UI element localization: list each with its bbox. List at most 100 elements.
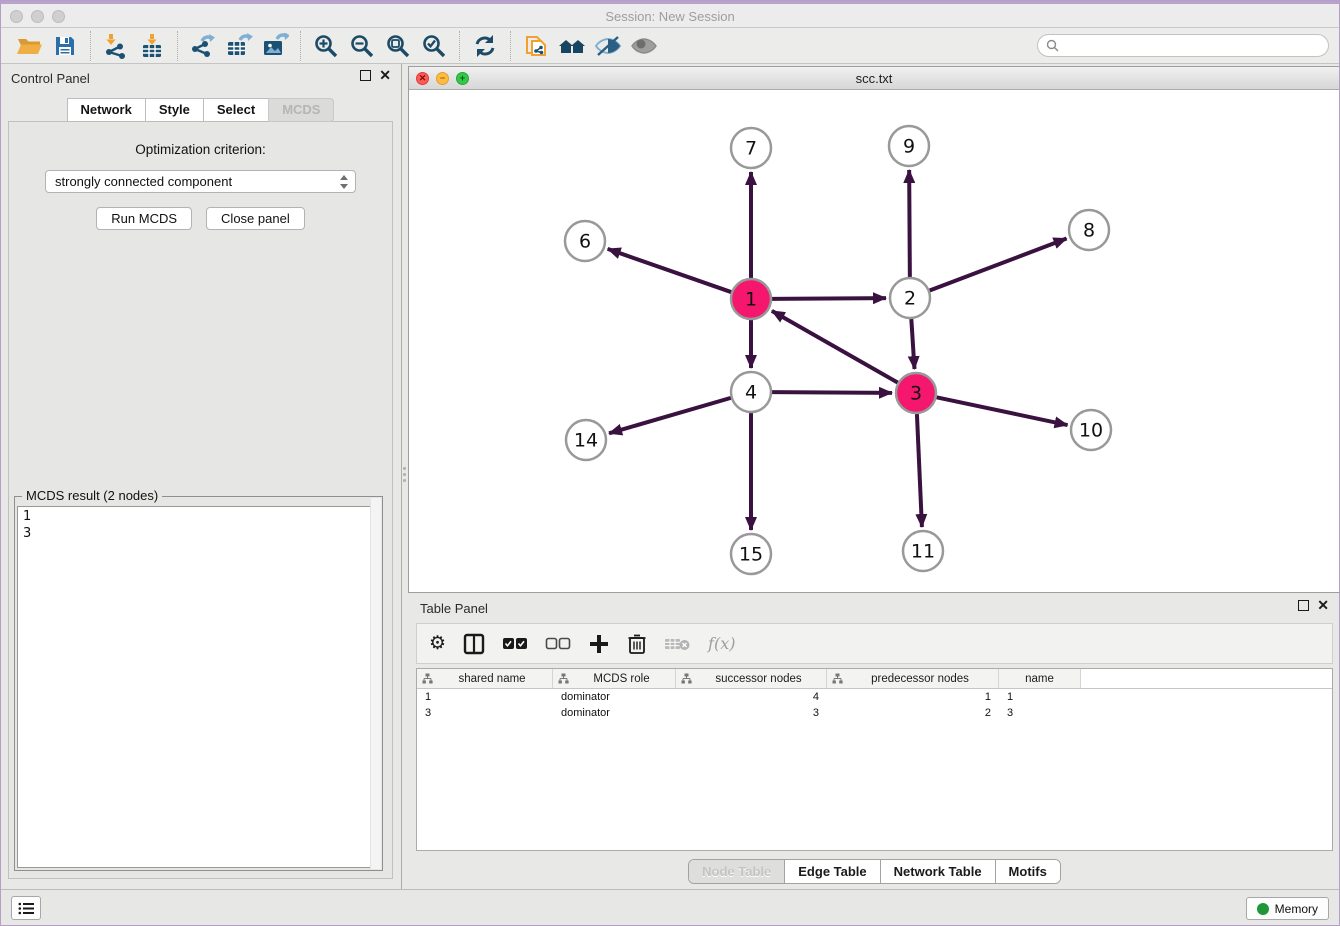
node-9[interactable]: 9 (889, 126, 929, 166)
cell-name[interactable]: 1 (999, 691, 1081, 703)
edge-2-9[interactable] (909, 170, 910, 277)
cell-name[interactable]: 3 (999, 707, 1081, 719)
tab-network-table[interactable]: Network Table (880, 860, 995, 883)
table-settings-icon[interactable]: ⚙ (429, 634, 446, 653)
edge-3-10[interactable] (937, 397, 1068, 425)
table-panel: Table Panel ✕ ⚙ f(x) shared nameMCDS rol… (408, 596, 1340, 891)
splitter-grip[interactable] (402, 463, 407, 485)
node-table-body: 1dominator4113dominator323 (417, 689, 1332, 721)
edge-2-3[interactable] (911, 319, 914, 369)
column-header-shared-name[interactable]: shared name (417, 669, 553, 688)
zoom-in-icon[interactable] (308, 30, 344, 62)
control-panel-title: Control Panel (11, 71, 90, 86)
import-table-icon[interactable] (134, 30, 170, 62)
search-input[interactable] (1064, 39, 1320, 53)
node-6[interactable]: 6 (565, 221, 605, 261)
column-header-successor-nodes[interactable]: successor nodes (676, 669, 827, 688)
add-column-icon[interactable] (588, 633, 610, 655)
export-network-icon[interactable] (185, 30, 221, 62)
close-table-panel-icon[interactable]: ✕ (1317, 600, 1329, 611)
node-1[interactable]: 1 (731, 279, 771, 319)
show-graphics-details-icon[interactable] (626, 30, 662, 62)
cell-mcds-role[interactable]: dominator (553, 691, 676, 703)
task-history-button[interactable] (11, 896, 41, 920)
edge-1-2[interactable] (772, 298, 886, 299)
float-panel-icon[interactable] (360, 70, 371, 81)
zoom-out-icon[interactable] (344, 30, 380, 62)
mcds-result-group: MCDS result (2 nodes) 1 3 (14, 496, 383, 871)
tab-style[interactable]: Style (145, 98, 204, 122)
node-table-header[interactable]: shared nameMCDS rolesuccessor nodesprede… (417, 669, 1332, 689)
cell-shared-name[interactable]: 3 (417, 707, 553, 719)
save-session-icon[interactable] (47, 30, 83, 62)
node-3[interactable]: 3 (896, 373, 936, 413)
cell-predecessor-nodes[interactable]: 2 (827, 707, 999, 719)
column-header-mcds-role[interactable]: MCDS role (553, 669, 676, 688)
refresh-view-icon[interactable] (467, 30, 503, 62)
edge-2-8[interactable] (930, 239, 1067, 291)
clone-network-icon[interactable] (518, 30, 554, 62)
node-10[interactable]: 10 (1071, 410, 1111, 450)
mcds-panel: Optimization criterion: strongly connect… (8, 121, 393, 879)
column-layout-icon[interactable] (463, 633, 485, 655)
run-mcds-button[interactable]: Run MCDS (96, 207, 192, 230)
cell-shared-name[interactable]: 1 (417, 691, 553, 703)
select-all-columns-icon[interactable] (502, 637, 528, 650)
edge-4-3[interactable] (772, 392, 892, 393)
delete-table-icon[interactable] (664, 636, 691, 652)
function-builder-icon[interactable]: f(x) (708, 634, 735, 653)
node-7[interactable]: 7 (731, 128, 771, 168)
svg-text:9: 9 (903, 136, 915, 158)
float-table-panel-icon[interactable] (1298, 600, 1309, 611)
memory-status-icon (1257, 903, 1269, 915)
edge-4-14[interactable] (609, 398, 731, 433)
mcds-result-title: MCDS result (2 nodes) (22, 488, 162, 503)
close-panel-button[interactable]: Close panel (206, 207, 305, 230)
memory-button[interactable]: Memory (1246, 897, 1329, 920)
cell-predecessor-nodes[interactable]: 1 (827, 691, 999, 703)
hide-graphics-details-icon[interactable] (590, 30, 626, 62)
first-neighbors-icon[interactable] (554, 30, 590, 62)
zoom-fit-content-icon[interactable] (380, 30, 416, 62)
tab-mcds[interactable]: MCDS (268, 98, 334, 122)
close-panel-icon[interactable]: ✕ (379, 70, 391, 81)
tab-network[interactable]: Network (67, 98, 146, 122)
node-11[interactable]: 11 (903, 531, 943, 571)
cell-successor-nodes[interactable]: 4 (676, 691, 827, 703)
table-row[interactable]: 3dominator323 (417, 705, 1332, 721)
open-session-icon[interactable] (11, 30, 47, 62)
cell-mcds-role[interactable]: dominator (553, 707, 676, 719)
tab-node-table[interactable]: Node Table (689, 860, 784, 883)
node-2[interactable]: 2 (890, 278, 930, 318)
node-15[interactable]: 15 (731, 534, 771, 574)
node-4[interactable]: 4 (731, 372, 771, 412)
deselect-all-columns-icon[interactable] (545, 637, 571, 650)
node-table[interactable]: shared nameMCDS rolesuccessor nodesprede… (416, 668, 1333, 851)
cell-successor-nodes[interactable]: 3 (676, 707, 827, 719)
criterion-select[interactable]: strongly connected component (45, 170, 356, 193)
search-field[interactable] (1037, 34, 1329, 57)
network-canvas[interactable]: 7 9 6 8 1 2 4 3 14 10 15 11 (409, 90, 1339, 592)
network-graph[interactable]: 7 9 6 8 1 2 4 3 14 10 15 11 (409, 90, 1339, 592)
mcds-result-text[interactable]: 1 3 (17, 506, 380, 868)
edge-1-6[interactable] (608, 249, 732, 292)
svg-text:11: 11 (911, 541, 935, 563)
node-14[interactable]: 14 (566, 420, 606, 460)
network-window-titlebar[interactable]: ✕ − + scc.txt (409, 67, 1339, 90)
column-header-name[interactable]: name (999, 669, 1081, 688)
table-row[interactable]: 1dominator411 (417, 689, 1332, 705)
import-network-icon[interactable] (98, 30, 134, 62)
zoom-selected-icon[interactable] (416, 30, 452, 62)
node-8[interactable]: 8 (1069, 210, 1109, 250)
search-icon (1046, 39, 1059, 52)
delete-columns-icon[interactable] (627, 632, 647, 655)
export-table-icon[interactable] (221, 30, 257, 62)
tab-motifs[interactable]: Motifs (995, 860, 1060, 883)
export-image-icon[interactable] (257, 30, 293, 62)
edge-3-1[interactable] (772, 311, 898, 383)
tab-select[interactable]: Select (203, 98, 269, 122)
tab-edge-table[interactable]: Edge Table (784, 860, 879, 883)
column-header-predecessor-nodes[interactable]: predecessor nodes (827, 669, 999, 688)
edge-3-11[interactable] (917, 414, 922, 527)
result-scrollbar[interactable] (370, 498, 381, 869)
